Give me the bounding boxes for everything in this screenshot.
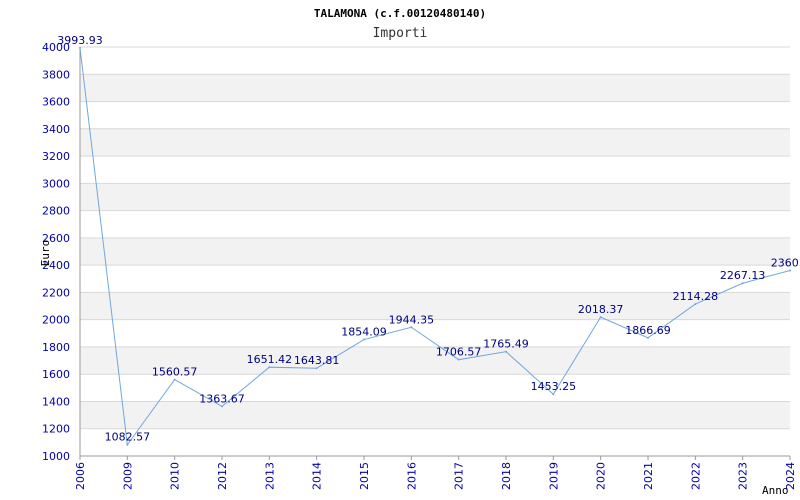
data-point: [647, 336, 649, 339]
data-point: [79, 46, 81, 49]
line-chart: TALAMONA (c.f.00120480140) Importi 1000 1…: [39, 7, 800, 497]
y-tick-label: 3800: [42, 68, 70, 81]
data-label: 1944.35: [389, 313, 435, 326]
grid-band: [80, 74, 790, 102]
data-label: 3993.93: [57, 34, 103, 47]
y-tick-label: 1600: [42, 368, 70, 381]
x-tick-label: 2015: [358, 462, 371, 490]
y-tick-label: 1000: [42, 450, 70, 463]
chart-subtitle: Importi: [373, 26, 428, 41]
x-tick-label: 2018: [500, 462, 513, 490]
x-tick-label: 2009: [121, 462, 134, 490]
data-label: 1706.57: [436, 346, 482, 359]
data-point: [268, 366, 271, 369]
data-point: [505, 350, 507, 353]
y-tick-label: 3200: [42, 150, 70, 163]
x-tick-label: 2012: [216, 462, 229, 490]
data-label: 1560.57: [152, 366, 198, 379]
data-point: [363, 338, 365, 341]
grid-band: [80, 183, 790, 211]
data-label: 1453.25: [531, 380, 577, 393]
data-point: [221, 405, 223, 408]
y-tick-label: 2000: [42, 314, 70, 327]
x-tick-label: 2013: [263, 462, 276, 490]
grid-band: [80, 128, 790, 157]
x-tick-label: 2020: [595, 462, 608, 490]
x-tick-label: 2006: [74, 462, 87, 490]
data-label: 2114.28: [673, 290, 719, 303]
chart-title: TALAMONA (c.f.00120480140): [314, 7, 486, 20]
grid-band: [80, 401, 790, 429]
data-point: [315, 367, 318, 370]
data-point: [410, 326, 413, 329]
data-point: [173, 378, 176, 381]
data-label: 1643.81: [294, 354, 340, 367]
data-point: [694, 303, 697, 306]
grid-band: [80, 237, 790, 266]
data-point: [599, 316, 602, 319]
y-axis-label: Euro: [39, 240, 52, 267]
y-tick-label: 1800: [42, 341, 70, 354]
data-label: 2018.37: [578, 303, 624, 316]
x-tick-label: 2016: [405, 462, 418, 490]
y-tick-label: 3600: [42, 96, 70, 109]
data-point: [457, 358, 460, 361]
data-label: 2267.13: [720, 269, 766, 282]
y-tick-label: 2800: [42, 205, 70, 218]
data-point: [126, 443, 129, 446]
y-tick-label: 2200: [42, 286, 70, 299]
y-tick-label: 3400: [42, 123, 70, 136]
x-tick-label: 2014: [311, 462, 324, 490]
y-tick-label: 1200: [42, 423, 70, 436]
data-label: 1765.49: [483, 338, 529, 351]
data-label: 1866.69: [625, 324, 671, 337]
data-point: [789, 269, 791, 272]
x-axis-ticks: 2006 2009 2010 2012 2013 2014 2015 2016 2017 2018…: [74, 456, 797, 490]
x-tick-label: 2010: [169, 462, 182, 490]
y-tick-label: 1400: [42, 395, 70, 408]
data-label: 1854.09: [341, 326, 387, 339]
x-tick-label: 2023: [737, 462, 750, 490]
x-axis-label: Anno: [762, 484, 789, 497]
x-tick-label: 2019: [547, 462, 560, 490]
data-point: [552, 393, 555, 396]
x-tick-label: 2021: [642, 462, 655, 490]
data-point: [741, 282, 744, 285]
data-label: 2360.9: [771, 256, 800, 269]
data-label: 1363.67: [199, 392, 245, 405]
data-label: 1082.57: [105, 431, 151, 444]
x-tick-label: 2022: [689, 462, 702, 490]
x-tick-label: 2017: [453, 462, 466, 490]
data-label: 1651.42: [247, 353, 293, 366]
y-tick-label: 3000: [42, 177, 70, 190]
